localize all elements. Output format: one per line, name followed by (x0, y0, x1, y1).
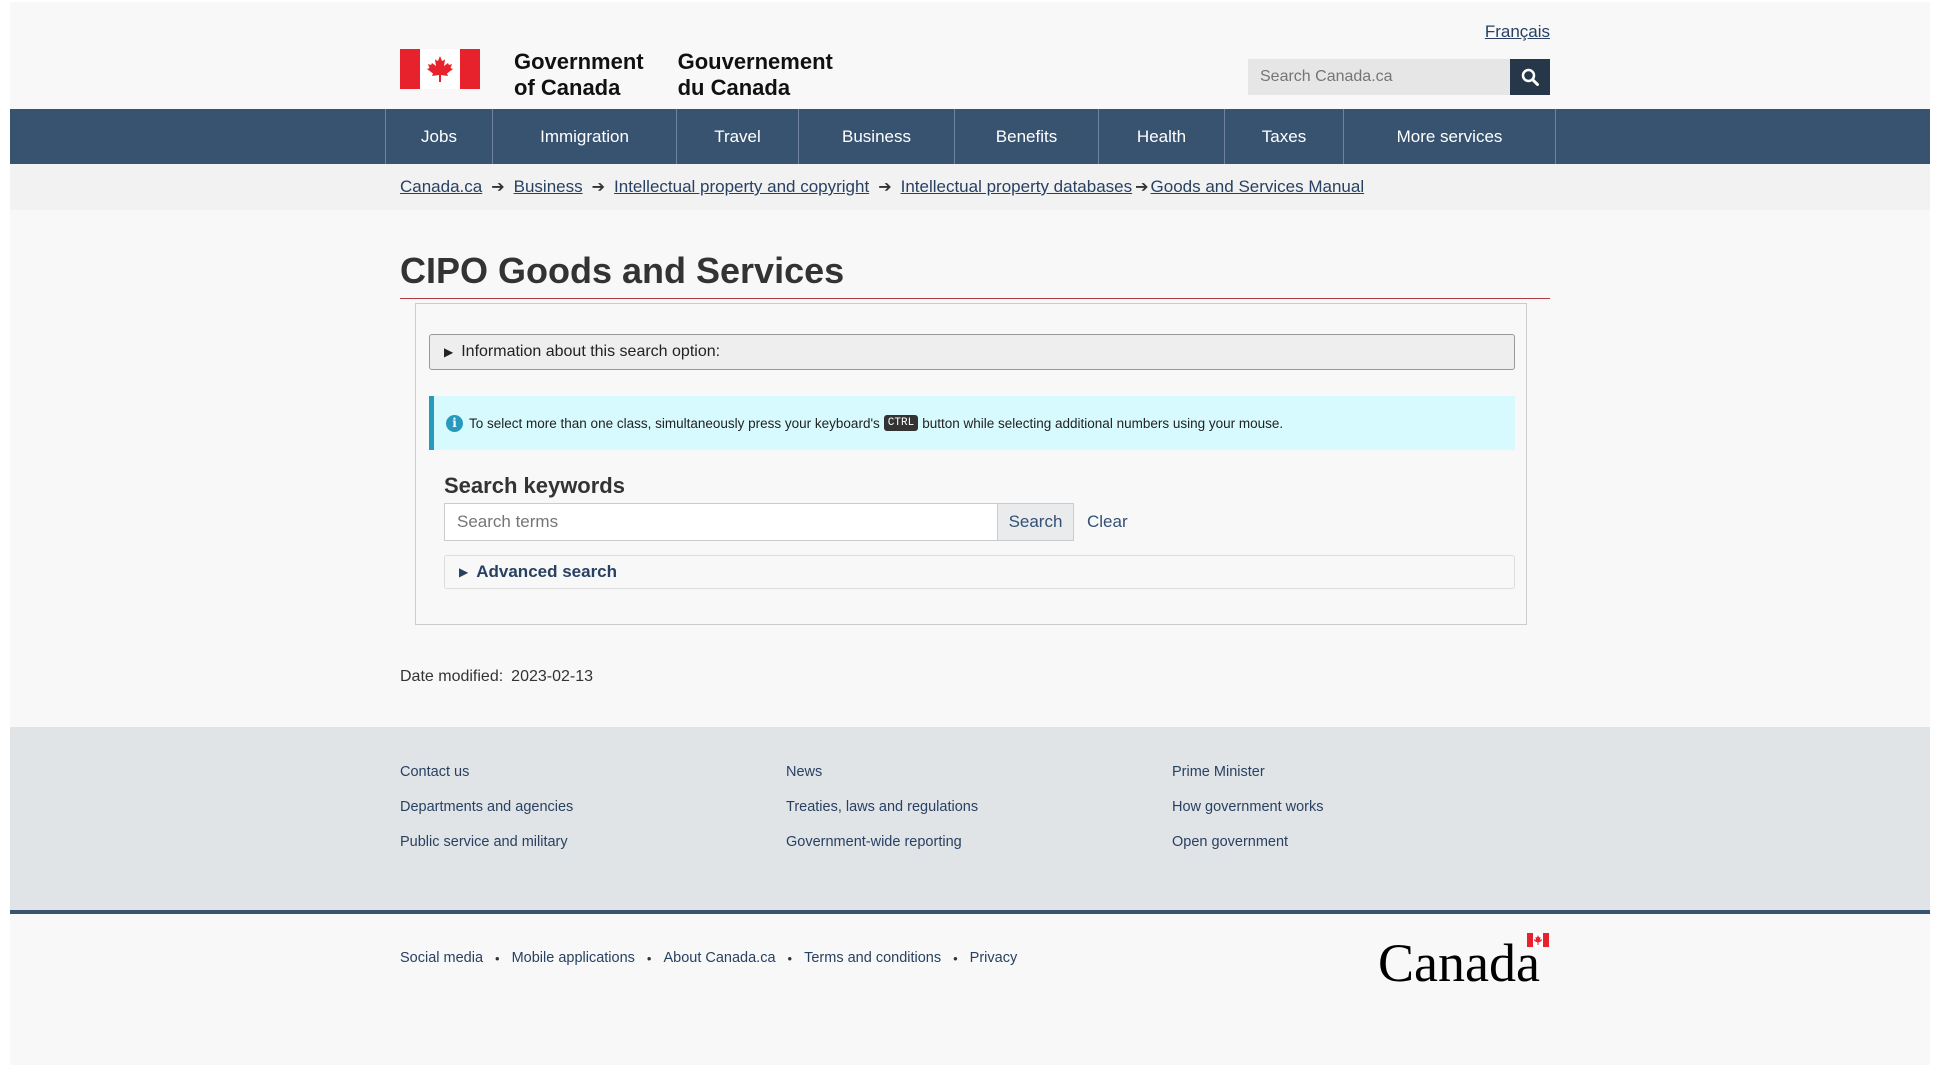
sub-footer-link[interactable]: Social media (400, 950, 483, 966)
nav-item-more-services[interactable]: More services (1344, 109, 1556, 164)
info-alert: i To select more than one class, simulta… (429, 396, 1515, 450)
nav-item-health[interactable]: Health (1099, 109, 1225, 164)
ctrl-key-badge: CTRL (883, 415, 919, 431)
nav-item-business[interactable]: Business (799, 109, 955, 164)
footer-link[interactable]: Public service and military (400, 834, 573, 869)
main-menu: Jobs Immigration Travel Business Benefits Hea… (10, 109, 1930, 164)
main-footer: Contact us Departments and agencies Public… (10, 727, 1930, 910)
arrow-right-icon: ➔ (878, 179, 892, 196)
nav-item-benefits[interactable]: Benefits (955, 109, 1099, 164)
alert-text-before: To select more than one class, simultane… (469, 415, 880, 431)
arrow-right-icon: ➔ (491, 179, 505, 196)
canada-flag-icon (400, 49, 480, 89)
government-signature[interactable]: Government of Canada Gouvernement du Can… (400, 49, 833, 101)
language-toggle-link[interactable]: Français (1485, 22, 1550, 42)
breadcrumb-link[interactable]: Goods and Services Manual (1151, 177, 1365, 197)
breadcrumb-link[interactable]: Intellectual property databases (901, 177, 1133, 197)
wordmark-flag-icon (1527, 933, 1549, 947)
site-search (1248, 59, 1550, 95)
info-icon: i (446, 414, 463, 432)
signature-french: Gouvernement du Canada (677, 49, 833, 100)
footer-link[interactable]: Government-wide reporting (786, 834, 978, 869)
bullet-separator: • (646, 950, 652, 966)
footer-column-2: News Treaties, laws and regulations Govern… (786, 764, 978, 869)
page-frame: Français Government of Canada Gouverneme… (10, 2, 1930, 1065)
bullet-separator: • (495, 950, 500, 966)
canada-wordmark: Canada (1376, 929, 1551, 993)
site-search-button[interactable] (1510, 59, 1550, 95)
breadcrumb-link[interactable]: Canada.ca (400, 177, 482, 197)
site-search-input[interactable] (1248, 59, 1510, 95)
bullet-separator: • (787, 950, 793, 966)
sub-footer-link[interactable]: About Canada.ca (663, 950, 775, 966)
footer-link[interactable]: Departments and agencies (400, 799, 573, 834)
nav-item-jobs[interactable]: Jobs (386, 109, 493, 164)
wordmark-text: Canada (1378, 933, 1540, 989)
nav-item-immigration[interactable]: Immigration (493, 109, 677, 164)
date-modified-value: 2023-02-13 (511, 668, 594, 685)
sub-footer-link[interactable]: Terms and conditions (804, 950, 941, 966)
date-modified: Date modified: 2023-02-13 (400, 668, 593, 686)
footer-link[interactable]: Contact us (400, 764, 573, 799)
triangle-right-icon: ▶ (444, 345, 454, 359)
breadcrumb-bar: Canada.ca ➔ Business ➔ Intellectual property… (10, 164, 1930, 210)
search-terms-input[interactable] (444, 503, 998, 541)
footer-column-3: Prime Minister How government works Open g… (1172, 764, 1324, 869)
footer-link[interactable]: Treaties, laws and regulations (786, 799, 978, 834)
advanced-search-toggle[interactable]: ▶ Advanced search (444, 555, 1515, 589)
search-icon (1521, 68, 1539, 86)
search-panel: ▶ Information about this search option: … (415, 303, 1527, 625)
date-modified-label: Date modified: (400, 668, 504, 685)
header: Français Government of Canada Gouverneme… (400, 2, 1550, 109)
breadcrumb: Canada.ca ➔ Business ➔ Intellectual property… (400, 177, 1364, 197)
sub-footer-links: Social media • Mobile applications • About C… (400, 950, 1017, 966)
signature-english: Government of Canada (514, 49, 644, 100)
nav-item-taxes[interactable]: Taxes (1225, 109, 1344, 164)
main-menu-items: Jobs Immigration Travel Business Benefits Hea… (385, 109, 1556, 164)
footer-link[interactable]: Prime Minister (1172, 764, 1324, 799)
arrow-right-icon: ➔ (591, 179, 606, 196)
page-title: CIPO Goods and Services (400, 250, 1550, 299)
search-keywords-row: Search Clear (444, 503, 1128, 541)
advanced-search-label: Advanced search (476, 562, 618, 581)
nav-item-travel[interactable]: Travel (677, 109, 799, 164)
arrow-right-icon: ➔ (1135, 179, 1149, 196)
sub-footer-link[interactable]: Mobile applications (512, 950, 635, 966)
sub-footer-link[interactable]: Privacy (970, 950, 1018, 966)
search-button[interactable]: Search (998, 503, 1074, 541)
footer-link[interactable]: News (786, 764, 978, 799)
footer-link[interactable]: Open government (1172, 834, 1324, 869)
search-keywords-label: Search keywords (444, 473, 625, 498)
info-details-label: Information about this search option: (461, 343, 721, 360)
footer-column-1: Contact us Departments and agencies Public… (400, 764, 573, 869)
breadcrumb-link[interactable]: Intellectual property and copyright (614, 177, 869, 197)
sub-footer: Social media • Mobile applications • About C… (10, 914, 1930, 1065)
breadcrumb-link[interactable]: Business (514, 177, 583, 197)
bullet-separator: • (953, 950, 958, 966)
footer-link[interactable]: How government works (1172, 799, 1324, 834)
triangle-right-icon: ▶ (459, 565, 469, 579)
alert-text-after: button while selecting additional number… (922, 415, 1284, 431)
info-details-toggle[interactable]: ▶ Information about this search option: (429, 334, 1515, 370)
clear-link[interactable]: Clear (1087, 512, 1128, 532)
